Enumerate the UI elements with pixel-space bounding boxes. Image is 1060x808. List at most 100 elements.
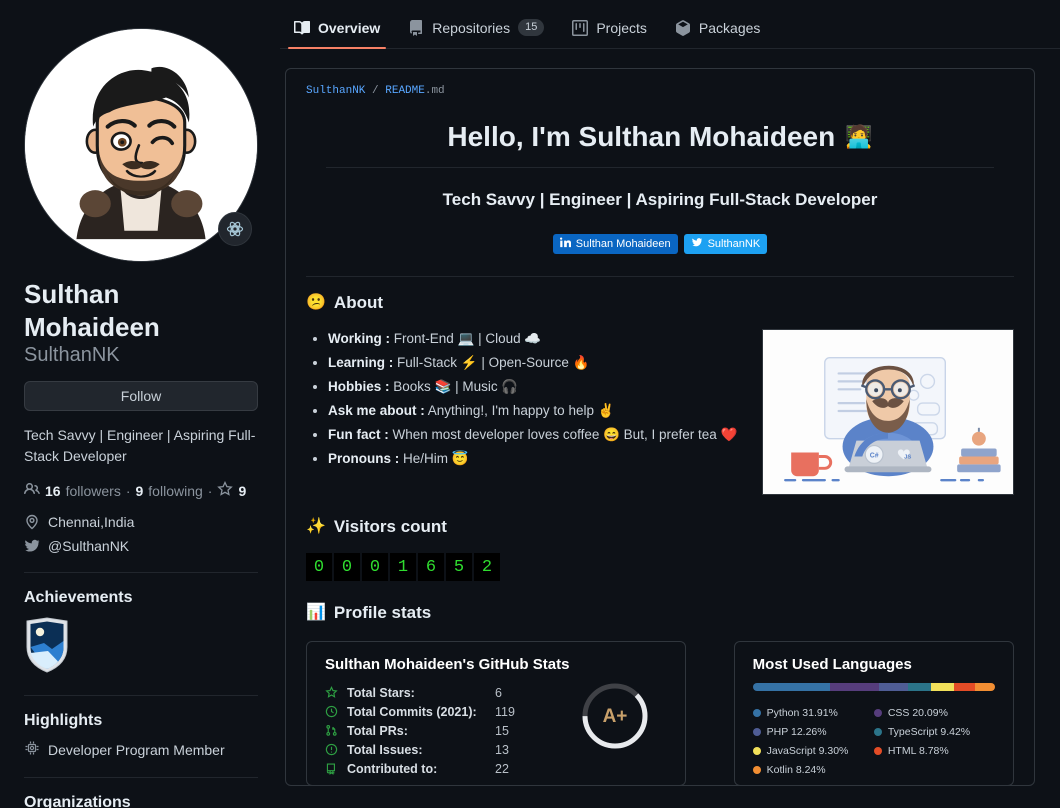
pull-request-icon	[325, 724, 339, 737]
svg-text:JS: JS	[904, 454, 911, 460]
following-label[interactable]: following	[148, 483, 202, 499]
legend-label: TypeScript 9.42%	[887, 725, 971, 738]
status-emoji-button[interactable]	[218, 212, 252, 246]
social-badges: Sulthan Mohaideen SulthanNK	[306, 234, 1014, 254]
visitors-section: ✨ Visitors count 0 0 0 1 6 5 2	[306, 517, 1014, 581]
grade-text: A+	[602, 706, 627, 727]
tab-label: Overview	[318, 20, 381, 36]
most-used-languages-card: Most Used Languages Python 31.91% CSS 20…	[733, 641, 1014, 786]
breadcrumb: SulthanNK / README.md	[306, 85, 1014, 97]
tab-label: Packages	[698, 20, 761, 36]
following-count[interactable]: 9	[136, 483, 144, 499]
legend-dot-kotlin	[752, 765, 761, 774]
achievement-badge-icon[interactable]	[24, 616, 70, 678]
tab-packages[interactable]: Packages	[661, 20, 774, 48]
lang-segment-typescript	[908, 683, 932, 691]
counter-digit: 5	[446, 553, 472, 581]
stat-value: 119	[495, 704, 515, 719]
list-item: Fun fact : When most developer loves cof…	[328, 425, 742, 449]
tab-overview[interactable]: Overview	[280, 20, 394, 49]
languages-title: Most Used Languages	[752, 656, 912, 673]
twitter-bird-icon	[691, 237, 703, 251]
stat-value: 22	[495, 761, 509, 776]
about-item-label: Learning :	[328, 355, 394, 370]
sidebar-divider-1	[24, 572, 258, 573]
tab-repositories[interactable]: Repositories 15	[394, 19, 558, 48]
list-item: Python 31.91%	[752, 703, 874, 722]
linkedin-badge-label: Sulthan Mohaideen	[575, 238, 671, 250]
developer-illustration-image: C# JS	[762, 329, 1014, 495]
twitter-badge[interactable]: SulthanNK	[683, 234, 768, 254]
breadcrumb-file[interactable]: README	[385, 85, 425, 97]
repo-icon	[325, 762, 339, 775]
about-section: 😕 About Working : Front-End 💻 | Cloud ☁️…	[306, 293, 1014, 495]
highlight-developer-program: Developer Program Member	[24, 740, 258, 759]
breadcrumb-user[interactable]: SulthanNK	[306, 85, 365, 97]
package-icon	[675, 20, 691, 36]
stat-label: Total PRs:	[347, 723, 408, 738]
counter-digit: 6	[418, 553, 444, 581]
about-item-label: Fun fact :	[328, 427, 389, 442]
list-item: Hobbies : Books 📚 | Music 🎧	[328, 377, 742, 401]
avatar-container	[24, 28, 258, 262]
location-pin-icon	[24, 514, 40, 530]
stats-cards: Sulthan Mohaideen's GitHub Stats Total S…	[306, 641, 1014, 786]
about-item-text: Front-End 💻 | Cloud ☁️	[390, 331, 542, 346]
confused-face-emoji-icon: 😕	[306, 294, 326, 311]
legend-label: PHP 12.26%	[766, 725, 827, 738]
linkedin-icon	[559, 237, 571, 251]
technologist-emoji-icon: 🧑‍💻	[845, 124, 873, 149]
twitter-badge-label: SulthanNK	[707, 238, 761, 250]
list-item: Working : Front-End 💻 | Cloud ☁️	[328, 329, 742, 353]
svg-text:C#: C#	[870, 452, 879, 459]
organizations-heading: Organizations	[24, 794, 131, 808]
language-distribution-bar	[752, 683, 995, 691]
followers-count[interactable]: 16	[45, 483, 61, 499]
twitter-handle[interactable]: @SulthanNK	[48, 538, 129, 554]
breadcrumb-extension: .md	[424, 85, 445, 97]
language-legend: Python 31.91% CSS 20.09% PHP 12.26% Type…	[752, 703, 995, 779]
star-icon	[325, 686, 339, 699]
profile-sidebar: Sulthan Mohaideen SulthanNK Follow Tech …	[24, 28, 258, 808]
project-icon	[572, 20, 589, 36]
visitors-heading: ✨ Visitors count	[306, 517, 1014, 537]
linkedin-badge[interactable]: Sulthan Mohaideen	[552, 234, 678, 254]
sidebar-divider-2	[24, 695, 258, 696]
follow-button[interactable]: Follow	[24, 381, 258, 411]
followers-label[interactable]: followers	[66, 483, 121, 499]
starred-count[interactable]: 9	[238, 483, 246, 499]
profile-stats-heading: 📊 Profile stats	[306, 603, 1014, 623]
lang-segment-python	[752, 683, 830, 691]
stat-value: 6	[495, 685, 502, 700]
twitter-icon	[24, 538, 40, 554]
stat-label: Total Stars:	[347, 685, 415, 700]
legend-label: Python 31.91%	[766, 706, 838, 719]
legend-label: JavaScript 9.30%	[766, 744, 849, 757]
github-grade-ring: A+	[579, 680, 651, 752]
lang-segment-php	[878, 683, 909, 691]
tab-label: Repositories	[432, 19, 511, 36]
legend-label: CSS 20.09%	[887, 706, 948, 719]
about-item-label: Pronouns :	[328, 451, 400, 466]
about-item-text: Full-Stack ⚡ | Open-Source 🔥	[393, 355, 590, 370]
about-item-label: Working :	[328, 331, 390, 346]
about-heading: 😕 About	[306, 293, 1014, 313]
issue-icon	[325, 743, 339, 756]
list-item: Learning : Full-Stack ⚡ | Open-Source 🔥	[328, 353, 742, 377]
repositories-count-badge: 15	[518, 19, 545, 36]
legend-label: Kotlin 8.24%	[766, 763, 826, 776]
stat-value: 15	[495, 723, 509, 738]
profile-full-name: Sulthan Mohaideen	[24, 279, 160, 342]
stat-label: Contributed to:	[347, 761, 438, 776]
profile-twitter[interactable]: @SulthanNK	[24, 538, 258, 554]
list-item: HTML 8.78%	[873, 741, 995, 760]
tab-projects[interactable]: Projects	[558, 20, 661, 48]
lang-segment-kotlin	[974, 683, 995, 691]
github-stats-title: Sulthan Mohaideen's GitHub Stats	[325, 656, 570, 673]
stat-value: 13	[495, 742, 509, 757]
sidebar-divider-3	[24, 777, 258, 778]
counter-digit: 0	[334, 553, 360, 581]
legend-dot-html	[873, 746, 882, 755]
readme-divider-1	[306, 276, 1014, 277]
people-icon	[24, 481, 40, 500]
